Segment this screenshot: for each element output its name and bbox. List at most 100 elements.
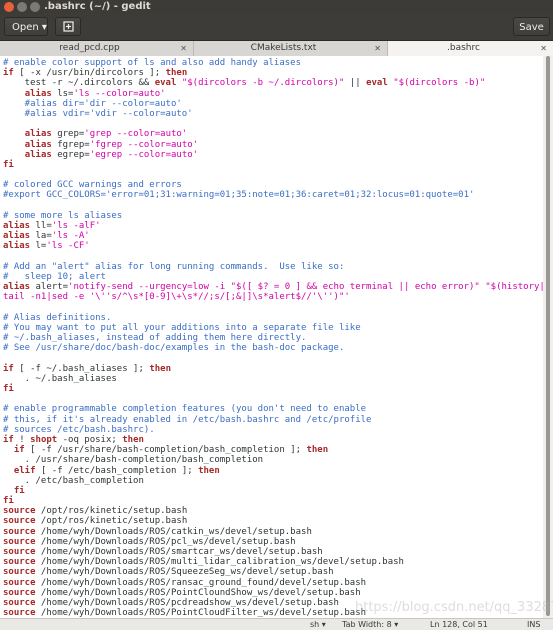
- comment-token: # enable color support of ls and also ad…: [3, 58, 302, 68]
- code-line[interactable]: source /home/wyh/Downloads/ROS/ransac_gr…: [3, 578, 543, 588]
- code-line[interactable]: . /usr/share/bash-completion/bash_comple…: [3, 455, 543, 465]
- code-line[interactable]: # You may want to put all your additions…: [3, 323, 543, 333]
- maximize-window-icon[interactable]: [30, 2, 40, 12]
- code-line[interactable]: elif [ -f /etc/bash_completion ]; then: [3, 466, 543, 476]
- text-token: /opt/ros/kinetic/setup.bash: [35, 506, 188, 517]
- code-line[interactable]: # See /usr/share/doc/bash-doc/examples i…: [3, 343, 543, 353]
- code-line[interactable]: # this, if it's already enabled in /etc/…: [3, 415, 543, 425]
- tab-cmakelists-txt[interactable]: CMakeLists.txt ✕: [194, 41, 388, 56]
- tab-bar: read_pcd.cpp ✕ CMakeLists.txt ✕ .bashrc …: [0, 41, 553, 57]
- text-token: grep=: [51, 129, 85, 140]
- close-tab-icon[interactable]: ✕: [180, 41, 187, 56]
- code-line[interactable]: alias grep='grep --color=auto': [3, 129, 543, 139]
- save-button[interactable]: Save: [513, 17, 550, 36]
- code-line[interactable]: if [ -x /usr/bin/dircolors ]; then: [3, 68, 543, 78]
- code-line[interactable]: alias ls='ls --color=auto': [3, 89, 543, 99]
- vertical-scrollbar[interactable]: [543, 56, 553, 618]
- code-line[interactable]: source /home/wyh/Downloads/ROS/multi_lid…: [3, 557, 543, 567]
- text-token: alert=: [30, 282, 69, 293]
- new-document-button[interactable]: [55, 17, 81, 36]
- code-line[interactable]: . /etc/bash_completion: [3, 476, 543, 486]
- code-line[interactable]: [3, 303, 543, 313]
- code-line[interactable]: fi: [3, 160, 543, 170]
- code-line[interactable]: alias l='ls -CF': [3, 241, 543, 251]
- code-line[interactable]: fi: [3, 486, 543, 496]
- keyword-token: alias: [24, 139, 52, 150]
- code-line[interactable]: # colored GCC warnings and errors: [3, 180, 543, 190]
- tab-width-selector[interactable]: Tab Width: 8 ▾: [342, 619, 398, 630]
- header-bar: Open ▾ Save: [0, 14, 553, 41]
- minimize-window-icon[interactable]: [17, 2, 27, 12]
- code-line[interactable]: # Alias definitions.: [3, 313, 543, 323]
- code-line[interactable]: tail -n1|sed -e '\''s/^\s*[0-9]\+\s*//;s…: [3, 292, 543, 302]
- language-selector[interactable]: sh ▾: [310, 619, 326, 630]
- string-token: 'ls -alF': [51, 221, 101, 231]
- keyword-token: alias: [3, 282, 31, 293]
- close-tab-icon[interactable]: ✕: [374, 41, 381, 56]
- comment-token: # See /usr/share/doc/bash-doc/examples i…: [3, 343, 345, 354]
- scrollbar-thumb[interactable]: [546, 56, 550, 616]
- code-line[interactable]: [3, 201, 543, 211]
- code-line[interactable]: fi: [3, 496, 543, 506]
- code-line[interactable]: source /home/wyh/Downloads/ROS/catkin_ws…: [3, 527, 543, 537]
- text-token: [ -f /etc/bash_completion ];: [35, 465, 199, 476]
- comment-token: #alias dir='dir --color=auto': [3, 98, 182, 109]
- code-line[interactable]: # some more ls aliases: [3, 211, 543, 221]
- text-token: l=: [30, 241, 47, 252]
- keyword-token: source: [3, 608, 36, 618]
- code-line[interactable]: source /opt/ros/kinetic/setup.bash: [3, 506, 543, 516]
- code-line[interactable]: [3, 394, 543, 404]
- code-line[interactable]: alias ll='ls -alF': [3, 221, 543, 231]
- code-line[interactable]: alias la='ls -A': [3, 231, 543, 241]
- code-line[interactable]: alias egrep='egrep --color=auto': [3, 150, 543, 160]
- text-token: /opt/ros/kinetic/setup.bash: [35, 516, 188, 527]
- close-tab-icon[interactable]: ✕: [540, 41, 547, 56]
- string-token: 'notify-send --urgency=low -i "$([ $? = …: [68, 282, 543, 293]
- text-token: la=: [30, 231, 52, 242]
- text-token: egrep=: [51, 149, 90, 160]
- code-line[interactable]: source /home/wyh/Downloads/ROS/PointClou…: [3, 588, 543, 598]
- code-line[interactable]: source /home/wyh/Downloads/ROS/smartcar_…: [3, 547, 543, 557]
- code-line[interactable]: # sleep 10; alert: [3, 272, 543, 282]
- code-line[interactable]: # Add an "alert" alias for long running …: [3, 262, 543, 272]
- code-line[interactable]: source /home/wyh/Downloads/ROS/SqueezeSe…: [3, 567, 543, 577]
- keyword-token: then: [165, 68, 188, 79]
- code-line[interactable]: if [ -f /usr/share/bash-completion/bash_…: [3, 445, 543, 455]
- code-line[interactable]: . ~/.bash_aliases: [3, 374, 543, 384]
- code-line[interactable]: #alias vdir='vdir --color=auto': [3, 109, 543, 119]
- code-line[interactable]: if [ -f ~/.bash_aliases ]; then: [3, 364, 543, 374]
- keyword-token: then: [198, 465, 220, 476]
- code-line[interactable]: [3, 119, 543, 129]
- code-line[interactable]: # sources /etc/bash.bashrc).: [3, 425, 543, 435]
- keyword-token: if: [3, 68, 14, 79]
- code-line[interactable]: # enable programmable completion feature…: [3, 404, 543, 414]
- keyword-token: source: [3, 526, 36, 537]
- code-line[interactable]: [3, 252, 543, 262]
- keyword-token: alias: [24, 129, 52, 140]
- code-line[interactable]: [3, 170, 543, 180]
- text-token: ||: [344, 78, 367, 89]
- text-editor[interactable]: # enable color support of ls and also ad…: [0, 56, 543, 618]
- tab-read-pcd-cpp[interactable]: read_pcd.cpp ✕: [0, 41, 194, 56]
- code-line[interactable]: [3, 353, 543, 363]
- code-line[interactable]: #alias dir='dir --color=auto': [3, 99, 543, 109]
- open-button[interactable]: Open ▾: [4, 17, 48, 36]
- code-line[interactable]: source /opt/ros/kinetic/setup.bash: [3, 516, 543, 526]
- string-token: 'ls --color=auto': [73, 88, 166, 99]
- code-line[interactable]: #export GCC_COLORS='error=01;31:warning=…: [3, 190, 543, 200]
- code-line[interactable]: fi: [3, 384, 543, 394]
- code-line[interactable]: if ! shopt -oq posix; then: [3, 435, 543, 445]
- open-button-label: Open ▾: [12, 22, 47, 33]
- code-line[interactable]: test -r ~/.dircolors && eval "$(dircolor…: [3, 78, 543, 88]
- code-line[interactable]: alias alert='notify-send --urgency=low -…: [3, 282, 543, 292]
- code-line[interactable]: source /home/wyh/Downloads/ROS/pcl_ws/de…: [3, 537, 543, 547]
- close-window-icon[interactable]: [4, 2, 14, 12]
- text-token: . /etc/bash_completion: [3, 475, 144, 486]
- code-view[interactable]: # enable color support of ls and also ad…: [3, 58, 543, 618]
- tab-bashrc[interactable]: .bashrc ✕: [388, 41, 553, 56]
- insert-mode: INS: [527, 620, 541, 629]
- code-line[interactable]: # enable color support of ls and also ad…: [3, 58, 543, 68]
- code-line[interactable]: # ~/.bash_aliases, instead of adding the…: [3, 333, 543, 343]
- code-line[interactable]: alias fgrep='fgrep --color=auto': [3, 140, 543, 150]
